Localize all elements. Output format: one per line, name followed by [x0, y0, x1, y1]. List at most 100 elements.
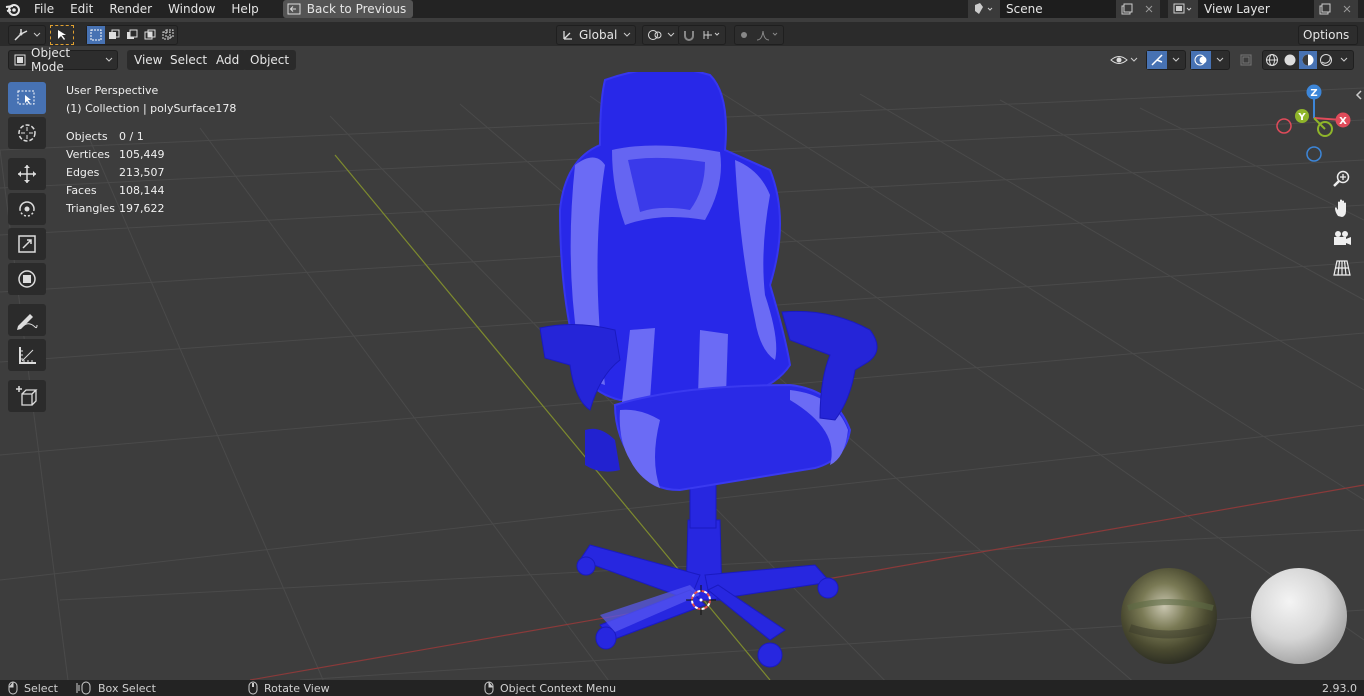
gizmo-z-label: Z — [1310, 88, 1317, 99]
mode-intersect-icon[interactable] — [159, 26, 177, 44]
perspective-toggle-button[interactable] — [1328, 254, 1356, 282]
menu-file[interactable]: File — [26, 0, 62, 18]
add-cube-tool[interactable] — [8, 380, 46, 412]
rotate-tool[interactable] — [8, 193, 46, 225]
menu-add[interactable]: Add — [209, 50, 247, 70]
mouse-left-icon — [8, 681, 18, 695]
new-view-layer-icon[interactable] — [1314, 0, 1336, 18]
options-dropdown[interactable]: Options — [1298, 25, 1358, 45]
overlays-icon — [1191, 51, 1211, 69]
xray-toggle[interactable] — [1236, 50, 1256, 70]
view-layer-browse-icon[interactable] — [1168, 0, 1198, 18]
gizmo-neg-z-axis[interactable] — [1306, 146, 1322, 162]
delete-scene-icon[interactable] — [1138, 0, 1160, 18]
scene-selector[interactable]: Scene — [968, 0, 1160, 18]
orientation-label: Global — [579, 28, 618, 42]
mouse-drag-icon — [76, 681, 91, 695]
scale-icon — [18, 235, 36, 253]
mode-extend-icon[interactable] — [105, 26, 123, 44]
chevron-down-icon — [667, 32, 675, 37]
sidebar-toggle[interactable] — [1354, 88, 1364, 102]
editor-type-dropdown[interactable] — [8, 25, 46, 45]
back-to-previous-button[interactable]: Back to Previous — [282, 0, 414, 18]
overlays-toggle[interactable] — [1190, 50, 1230, 70]
material-preview-icon[interactable] — [1299, 51, 1317, 69]
pencil-icon — [17, 314, 38, 330]
status-rotate-label: Rotate View — [264, 681, 330, 695]
mode-invert-icon[interactable] — [141, 26, 159, 44]
transform-tool[interactable] — [8, 263, 46, 295]
object-mode-dropdown[interactable]: Object Mode — [8, 46, 118, 74]
gizmo-toggle[interactable] — [1146, 50, 1186, 70]
stat-row: Triangles 197,622 — [66, 200, 236, 218]
wireframe-shading-icon[interactable] — [1263, 51, 1281, 69]
stat-row: Objects 0 / 1 — [66, 128, 236, 146]
rendered-shading-icon[interactable] — [1317, 51, 1335, 69]
object-mode-icon — [14, 54, 26, 66]
tool-header: Global Options — [0, 22, 1364, 46]
status-rotate-hint: Rotate View — [248, 680, 330, 696]
cursor-icon — [58, 30, 66, 40]
chevron-down-icon — [623, 32, 631, 37]
visibility-dropdown[interactable] — [1110, 50, 1138, 70]
chevron-down-icon[interactable] — [1335, 51, 1353, 69]
move-tool[interactable] — [8, 158, 46, 190]
stat-label: Triangles — [66, 202, 115, 215]
version-label: 2.93.0 — [1322, 680, 1357, 696]
scale-tool[interactable] — [8, 228, 46, 260]
mode-subtract-icon[interactable] — [123, 26, 141, 44]
scene-name: Scene — [1006, 2, 1043, 16]
select-box-tool[interactable] — [8, 82, 46, 114]
zoom-view-button[interactable] — [1328, 164, 1356, 192]
scene-browse-icon[interactable] — [968, 0, 1000, 18]
status-box-select-hint: Box Select — [76, 680, 156, 696]
pivot-point-dropdown[interactable] — [642, 25, 680, 45]
transform-orientation-dropdown[interactable]: Global — [556, 25, 636, 45]
transform-icon — [18, 270, 36, 288]
annotate-tool[interactable] — [8, 304, 46, 336]
delete-view-layer-icon[interactable] — [1336, 0, 1358, 18]
collection-label: (1) Collection | polySurface178 — [66, 102, 237, 115]
mouse-right-icon — [484, 681, 494, 695]
status-context-label: Object Context Menu — [500, 681, 617, 695]
menu-select[interactable]: Select — [163, 50, 215, 70]
menu-object[interactable]: Object — [243, 50, 297, 70]
proportional-edit-icon[interactable] — [735, 26, 753, 44]
stat-value: 213,507 — [119, 166, 165, 179]
new-scene-icon[interactable] — [1116, 0, 1138, 18]
view-layer-selector[interactable]: View Layer — [1168, 0, 1358, 18]
scene-name-field[interactable]: Scene — [1000, 0, 1116, 18]
gizmo-neg-x-axis[interactable] — [1276, 118, 1292, 134]
add-cube-icon — [16, 386, 38, 406]
stat-row: Edges 213,507 — [66, 164, 236, 182]
camera-view-button[interactable] — [1328, 224, 1356, 252]
navigation-gizmo[interactable]: Z X Y — [1270, 82, 1360, 164]
snap-increment-icon[interactable] — [699, 26, 725, 44]
menu-help[interactable]: Help — [223, 0, 266, 18]
select-tool-toggle[interactable] — [50, 25, 74, 45]
menu-render[interactable]: Render — [101, 0, 160, 18]
viewport-header: Object Mode View Select Add Object — [0, 46, 1364, 74]
pan-view-button[interactable] — [1328, 194, 1356, 222]
stat-label: Faces — [66, 184, 97, 197]
zoom-icon — [1333, 170, 1350, 187]
falloff-curve-icon[interactable] — [753, 26, 783, 44]
stat-row: Faces 108,144 — [66, 182, 236, 200]
menu-edit[interactable]: Edit — [62, 0, 101, 18]
grid-perspective-icon — [1333, 260, 1351, 276]
gizmo-x-label: X — [1339, 116, 1347, 127]
menu-window[interactable]: Window — [160, 0, 223, 18]
shading-mode-group — [1262, 50, 1354, 70]
version-text: 2.93.0 — [1322, 681, 1357, 695]
chevron-down-icon — [33, 32, 41, 37]
view-layer-field[interactable]: View Layer — [1198, 0, 1314, 18]
blender-logo-icon[interactable] — [0, 0, 26, 18]
measure-tool[interactable] — [8, 339, 46, 371]
cursor-tool[interactable] — [8, 117, 46, 149]
proportional-edit-group — [734, 25, 784, 45]
chair-model[interactable] — [539, 72, 878, 668]
camera-icon — [1334, 231, 1351, 245]
solid-shading-icon[interactable] — [1281, 51, 1299, 69]
mode-new-icon[interactable] — [87, 26, 105, 44]
snap-magnet-icon[interactable] — [679, 26, 699, 44]
